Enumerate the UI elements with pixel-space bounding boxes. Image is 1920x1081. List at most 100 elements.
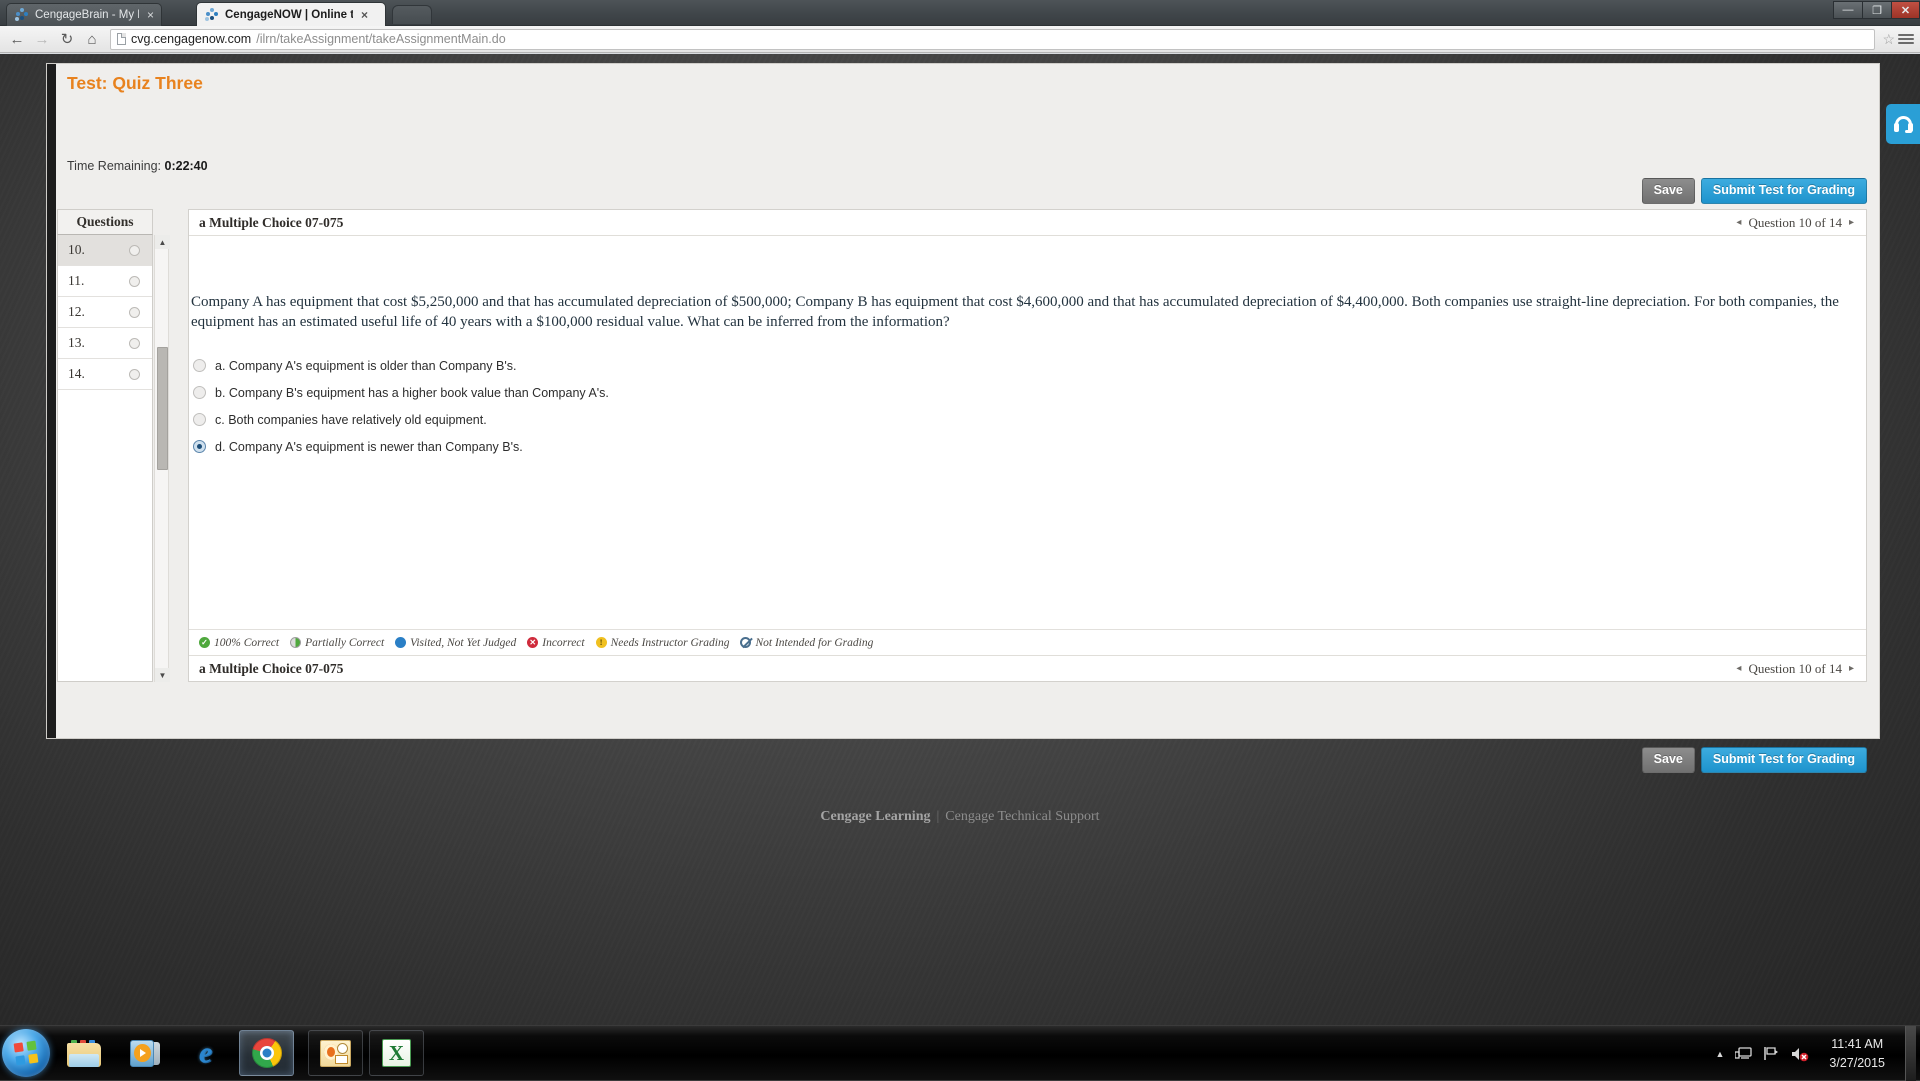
prev-question-icon[interactable]: ◂	[1736, 217, 1741, 228]
browser-toolbar: ← → ↻ ⌂ cvg.cengagenow.com/ilrn/takeAssi…	[0, 26, 1920, 53]
save-button-bottom[interactable]: Save	[1642, 747, 1695, 773]
close-icon[interactable]: ×	[361, 8, 368, 22]
questions-column-header: Questions	[57, 209, 153, 235]
support-widget-button[interactable]	[1886, 104, 1920, 144]
url-path: /ilrn/takeAssignment/takeAssignmentMain.…	[256, 32, 505, 46]
headset-icon	[1894, 116, 1913, 133]
taskbar-file-explorer[interactable]	[56, 1030, 111, 1076]
radio-icon-c[interactable]	[193, 413, 206, 426]
status-dot-icon	[129, 245, 140, 256]
choice-c[interactable]: c. Both companies have relatively old eq…	[193, 406, 1852, 433]
question-body: Company A has equipment that cost $5,250…	[189, 236, 1866, 655]
no-entry-icon	[740, 637, 751, 648]
show-desktop-button[interactable]	[1905, 1026, 1916, 1081]
scroll-up-icon[interactable]: ▲	[155, 235, 170, 249]
grading-legend: ✓ 100% Correct Partially Correct	[189, 629, 1866, 655]
sidebar-item-question-12[interactable]: 12.	[58, 297, 152, 328]
volume-muted-icon[interactable]	[1790, 1046, 1809, 1062]
question-footer: a Multiple Choice 07-075 ◂ Question 10 o…	[189, 655, 1866, 681]
folder-icon	[67, 1040, 101, 1067]
question-number: 12.	[68, 304, 85, 320]
next-question-icon-bottom[interactable]: ▸	[1849, 663, 1854, 674]
time-remaining-value: 0:22:40	[165, 159, 208, 173]
footer-support-link[interactable]: Cengage Technical Support	[945, 809, 1099, 824]
cengage-icon	[15, 8, 29, 22]
legend-label: Incorrect	[542, 637, 584, 649]
show-hidden-icons-icon[interactable]: ▲	[1715, 1049, 1724, 1059]
submit-test-button-top[interactable]: Submit Test for Grading	[1701, 178, 1867, 204]
bookmark-star-icon[interactable]: ☆	[1882, 31, 1895, 48]
excel-glyph: X	[383, 1040, 410, 1066]
sidebar-item-question-10[interactable]: 10.	[58, 235, 152, 266]
choice-label: c. Both companies have relatively old eq…	[215, 413, 487, 427]
minimize-button[interactable]: —	[1833, 1, 1862, 19]
choice-d[interactable]: d. Company A's equipment is newer than C…	[193, 433, 1852, 460]
desktop-background: CengageBrain - My Home × CengageNOW | On…	[0, 0, 1920, 1080]
maximize-button[interactable]: ❐	[1862, 1, 1891, 19]
toolbar-top: Save Submit Test for Grading	[1642, 178, 1867, 204]
time-remaining: Time Remaining: 0:22:40	[67, 159, 208, 173]
tab-title: CengageNOW | Online tea	[225, 9, 353, 21]
question-pager-bottom: ◂ Question 10 of 14 ▸	[1736, 661, 1854, 677]
home-icon[interactable]: ⌂	[81, 28, 103, 50]
question-text: Company A has equipment that cost $5,250…	[191, 292, 1852, 333]
question-number: 11.	[68, 273, 84, 289]
cengage-icon	[205, 8, 219, 22]
sidebar-item-question-14[interactable]: 14.	[58, 359, 152, 390]
page-title: Test: Quiz Three	[67, 73, 203, 94]
reload-icon[interactable]: ↻	[56, 28, 78, 50]
forward-icon[interactable]: →	[31, 28, 53, 50]
address-bar[interactable]: cvg.cengagenow.com/ilrn/takeAssignment/t…	[110, 29, 1875, 50]
url-host: cvg.cengagenow.com	[131, 32, 251, 46]
chrome-menu-icon[interactable]	[1898, 34, 1914, 44]
sidebar-item-question-13[interactable]: 13.	[58, 328, 152, 359]
taskbar-microsoft-excel[interactable]: X	[369, 1030, 424, 1076]
next-question-icon[interactable]: ▸	[1849, 217, 1854, 228]
question-list-scrollbar[interactable]: ▲ ▼	[154, 235, 169, 682]
question-header: a Multiple Choice 07-075 ◂ Question 10 o…	[189, 210, 1866, 236]
exclamation-circle-icon: !	[596, 637, 607, 648]
scroll-down-icon[interactable]: ▼	[155, 668, 170, 682]
sidebar-item-question-11[interactable]: 11.	[58, 266, 152, 297]
outlook-icon	[320, 1040, 351, 1067]
close-window-button[interactable]: ✕	[1891, 1, 1920, 19]
network-icon[interactable]	[1735, 1046, 1752, 1061]
filled-circle-icon	[395, 637, 406, 648]
media-player-icon	[130, 1040, 160, 1067]
status-dot-icon	[129, 276, 140, 287]
new-tab-button[interactable]	[392, 5, 432, 24]
legend-item-needs-grading: ! Needs Instructor Grading	[596, 637, 730, 649]
start-orb-icon[interactable]	[2, 1029, 50, 1077]
question-number: 10.	[68, 242, 85, 258]
legend-label: Needs Instructor Grading	[611, 637, 730, 649]
question-type-label-bottom: a Multiple Choice 07-075	[199, 661, 343, 677]
browser-tab-strip: CengageBrain - My Home × CengageNOW | On…	[0, 0, 1920, 26]
scrollbar-thumb[interactable]	[157, 347, 168, 470]
taskbar-clock[interactable]: 11:41 AM 3/27/2015	[1820, 1035, 1894, 1071]
radio-icon-a[interactable]	[193, 359, 206, 372]
choice-a[interactable]: a. Company A's equipment is older than C…	[193, 352, 1852, 379]
legend-item-not-graded: Not Intended for Grading	[740, 637, 873, 649]
prev-question-icon-bottom[interactable]: ◂	[1736, 663, 1741, 674]
save-button-top[interactable]: Save	[1642, 178, 1695, 204]
choice-b[interactable]: b. Company B's equipment has a higher bo…	[193, 379, 1852, 406]
page-info-icon[interactable]	[117, 33, 126, 45]
radio-icon-b[interactable]	[193, 386, 206, 399]
legend-label: Not Intended for Grading	[755, 637, 873, 649]
chrome-icon	[252, 1038, 282, 1068]
close-icon[interactable]: ×	[147, 8, 154, 22]
legend-item-incorrect: ✕ Incorrect	[527, 637, 584, 649]
taskbar-google-chrome[interactable]	[239, 1030, 294, 1076]
windows-taskbar: e X ▲ 11:41 AM	[0, 1025, 1920, 1080]
taskbar-microsoft-outlook[interactable]	[308, 1030, 363, 1076]
back-icon[interactable]: ←	[6, 28, 28, 50]
submit-test-button-bottom[interactable]: Submit Test for Grading	[1701, 747, 1867, 773]
action-center-flag-icon[interactable]	[1763, 1046, 1779, 1061]
taskbar-internet-explorer[interactable]: e	[178, 1030, 233, 1076]
browser-tab-cengagebrain[interactable]: CengageBrain - My Home ×	[6, 3, 162, 26]
browser-tab-cengagenow[interactable]: CengageNOW | Online tea ×	[196, 2, 386, 26]
taskbar-windows-media-player[interactable]	[117, 1030, 172, 1076]
radio-icon-d[interactable]	[193, 440, 206, 453]
footer-brand: Cengage Learning	[820, 809, 930, 824]
assessment-container: Test: Quiz Three Time Remaining: 0:22:40…	[47, 64, 1879, 738]
